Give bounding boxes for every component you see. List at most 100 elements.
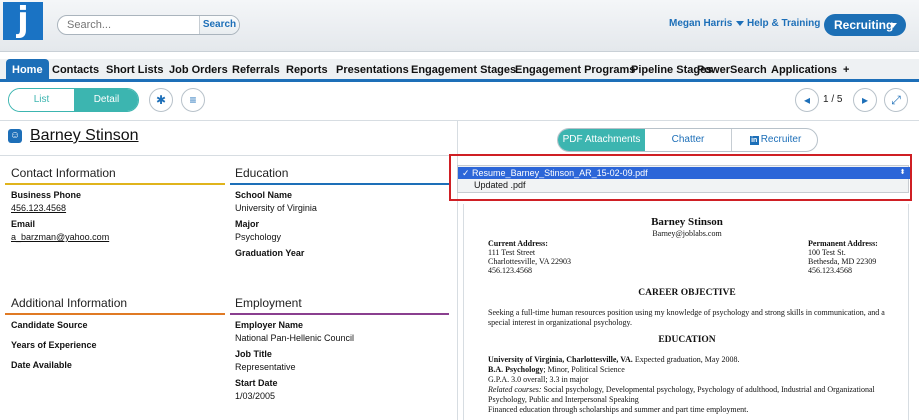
search-input[interactable]: [58, 16, 201, 34]
contact-section-title: Contact Information: [11, 166, 116, 180]
current-city: Charlottesville, VA 22903: [488, 257, 572, 266]
menu-button[interactable]: ≡: [181, 88, 205, 112]
nav-reports[interactable]: Reports: [286, 59, 328, 82]
top-header: j Search Megan Harris Help & Training Re…: [0, 0, 919, 52]
business-phone-value[interactable]: 456.123.4568: [11, 203, 66, 213]
nav-engagement-stages[interactable]: Engagement Stages: [411, 59, 516, 82]
current-street: 111 Test Street: [488, 248, 536, 257]
check-icon: ✓: [462, 168, 473, 178]
linkedin-icon: in: [749, 136, 759, 145]
attachment-selected-label: Resume_Barney_Stinson_AR_15-02-09.pdf: [472, 168, 648, 178]
email-value[interactable]: a_barzman@yahoo.com: [11, 232, 109, 242]
recruiting-label: Recruiting: [834, 18, 894, 32]
expand-button[interactable]: ⤢: [884, 88, 908, 112]
nav-applications[interactable]: Applications: [771, 59, 837, 82]
attachment-tabs: PDF Attachments Chatter in Recruiter: [557, 128, 818, 152]
name-divider: [0, 155, 457, 156]
objective-line-1: Seeking a full-time human resources posi…: [488, 308, 885, 317]
settings-button[interactable]: ✱: [149, 88, 173, 112]
permanent-street: 100 Test St.: [808, 248, 846, 257]
next-record-button[interactable]: ▸: [853, 88, 877, 112]
view-toggle: List Detail: [8, 88, 139, 112]
graduation-year-label: Graduation Year: [235, 248, 305, 258]
permanent-city: Bethesda, MD 22309: [808, 257, 877, 266]
nav-contacts[interactable]: Contacts: [52, 59, 99, 82]
education-heading: EDUCATION: [658, 335, 716, 345]
tab-recruiter[interactable]: in Recruiter: [732, 129, 817, 151]
expand-icon: ⤢: [891, 93, 901, 107]
select-arrow-icon: ⬍: [899, 169, 906, 176]
tab-pdf-attachments[interactable]: PDF Attachments: [558, 129, 645, 151]
edu-courses-line-2: Psychology, Public and Interpersonal Spe…: [488, 395, 639, 404]
employment-section-rule: [230, 313, 449, 315]
resume-email: Barney@joblabs.com: [652, 229, 722, 238]
email-label: Email: [11, 219, 36, 229]
user-name: Megan Harris: [669, 18, 733, 29]
edu-courses-label: Related courses:: [488, 385, 542, 394]
attachment-select[interactable]: ✓ Resume_Barney_Stinson_AR_15-02-09.pdf …: [457, 165, 910, 193]
gear-icon: ✱: [155, 93, 167, 107]
objective-line-2: special interest in organizational psych…: [488, 318, 632, 327]
chevron-left-icon: ◂: [803, 93, 811, 107]
employment-section-title: Employment: [235, 296, 302, 310]
employer-name-label: Employer Name: [235, 320, 304, 330]
edu-school: University of Virginia, Charlottesville,…: [488, 355, 633, 364]
current-address-label: Current Address:: [488, 239, 548, 248]
start-date-value: 1/03/2005: [235, 391, 276, 401]
nav-home[interactable]: Home: [6, 59, 49, 82]
major-value: Psychology: [235, 232, 282, 242]
prev-record-button[interactable]: ◂: [795, 88, 819, 112]
edu-gpa: G.P.A. 3.0 overall; 3.3 in major: [488, 375, 589, 384]
contact-section-rule: [5, 183, 225, 185]
nav-add-tab[interactable]: +: [843, 59, 849, 82]
edu-degree: B.A. Psychology: [488, 365, 544, 374]
education-section-title: Education: [235, 166, 289, 180]
recruiter-label: Recruiter: [760, 134, 802, 145]
attachment-option[interactable]: Updated .pdf: [470, 179, 584, 191]
candidate-name[interactable]: Barney Stinson: [30, 127, 139, 145]
search-button[interactable]: Search: [199, 16, 239, 34]
permanent-phone: 456.123.4568: [808, 266, 852, 275]
search-box: Search: [57, 15, 240, 35]
business-phone-label: Business Phone: [11, 190, 82, 200]
candidate-source-label: Candidate Source: [11, 320, 88, 330]
nav-presentations[interactable]: Presentations: [336, 59, 409, 82]
objective-heading: CAREER OBJECTIVE: [638, 288, 736, 298]
job-title-label: Job Title: [235, 349, 272, 359]
user-menu[interactable]: Megan Harris: [669, 18, 745, 29]
main-nav: Home Contacts Short Lists Job Orders Ref…: [0, 59, 919, 82]
chevron-down-icon: [736, 20, 745, 26]
nav-job-orders[interactable]: Job Orders: [169, 59, 228, 82]
permanent-address-label: Permanent Address:: [808, 239, 878, 248]
toolbar-divider: [0, 120, 919, 121]
list-view-button[interactable]: List: [9, 89, 74, 111]
nav-powersearch[interactable]: PowerSearch: [697, 59, 767, 82]
edu-financed: Financed education through scholarships …: [488, 405, 749, 414]
record-pager: 1 / 5: [823, 94, 843, 105]
hamburger-icon: ≡: [189, 93, 197, 107]
nav-engagement-programs[interactable]: Engagement Programs: [515, 59, 635, 82]
edu-degree-line: B.A. Psychology; Minor, Political Scienc…: [488, 365, 625, 374]
recruiting-menu-button[interactable]: Recruiting: [824, 14, 906, 36]
current-phone: 456.123.4568: [488, 266, 532, 275]
candidate-icon: ☺: [8, 129, 22, 143]
nav-referrals[interactable]: Referrals: [232, 59, 280, 82]
help-training-link[interactable]: Help & Training: [747, 18, 820, 29]
detail-view-button[interactable]: Detail: [74, 89, 138, 111]
pdf-viewer[interactable]: Barney Stinson Barney@joblabs.com Curren…: [463, 204, 909, 420]
school-name-label: School Name: [235, 190, 293, 200]
date-available-label: Date Available: [11, 360, 72, 370]
tab-chatter[interactable]: Chatter: [645, 129, 732, 151]
attachment-option-selected[interactable]: ✓ Resume_Barney_Stinson_AR_15-02-09.pdf: [458, 167, 910, 179]
employer-name-value: National Pan-Hellenic Council: [235, 333, 355, 343]
edu-courses-1: Social psychology, Developmental psychol…: [541, 385, 875, 394]
job-title-value: Representative: [235, 362, 296, 372]
edu-courses-line-1: Related courses: Social psychology, Deve…: [488, 385, 875, 394]
nav-short-lists[interactable]: Short Lists: [106, 59, 163, 82]
app-logo[interactable]: j: [3, 2, 43, 40]
edu-graduation: Expected graduation, May 2008.: [632, 355, 740, 364]
education-section-rule: [230, 183, 449, 185]
chevron-right-icon: ▸: [861, 93, 869, 107]
resume-name: Barney Stinson: [651, 216, 723, 228]
major-label: Major: [235, 219, 260, 229]
